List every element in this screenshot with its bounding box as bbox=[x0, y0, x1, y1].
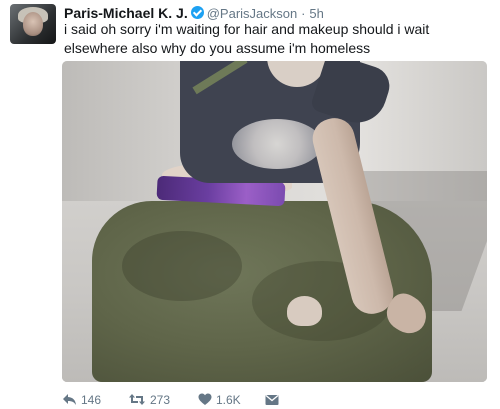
like-button[interactable]: 1.6K bbox=[198, 390, 241, 408]
avatar-face bbox=[23, 12, 43, 36]
tweet-text: i said oh sorry i'm waiting for hair and… bbox=[64, 21, 430, 56]
envelope-icon bbox=[265, 394, 279, 405]
retweet-button[interactable]: 273 bbox=[128, 390, 170, 408]
photo-foot bbox=[287, 296, 322, 326]
tweet-actions: 146 273 1.6K bbox=[62, 390, 402, 408]
tweet-photo[interactable] bbox=[62, 61, 487, 382]
reply-icon bbox=[63, 394, 76, 406]
user-handle[interactable]: @ParisJackson bbox=[207, 6, 298, 21]
tweet: Paris-Michael K. J. @ParisJackson · 5h i … bbox=[0, 0, 500, 409]
like-count: 1.6K bbox=[216, 392, 241, 407]
header-separator: · bbox=[301, 6, 306, 21]
heart-icon bbox=[198, 393, 212, 406]
photo-shirt-graphic bbox=[232, 119, 322, 169]
retweet-icon bbox=[129, 394, 145, 406]
tweet-timestamp[interactable]: 5h bbox=[309, 6, 323, 21]
reply-count: 146 bbox=[81, 392, 102, 407]
display-name[interactable]: Paris-Michael K. J. bbox=[64, 5, 188, 21]
direct-message-button[interactable] bbox=[265, 390, 279, 408]
reply-button[interactable]: 146 bbox=[62, 390, 101, 408]
avatar[interactable] bbox=[10, 4, 56, 44]
photo-pants-fold bbox=[122, 231, 242, 301]
retweet-count: 273 bbox=[150, 392, 171, 407]
verified-badge-icon bbox=[190, 6, 204, 19]
